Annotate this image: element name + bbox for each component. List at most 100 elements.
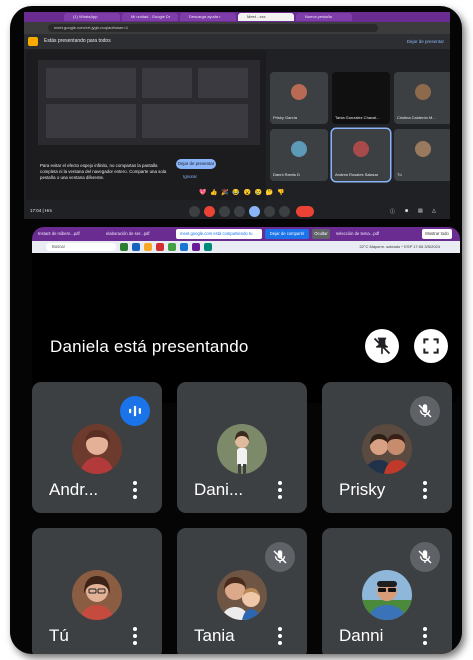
pdf-tab[interactable]: elaboración de ser...pdf (106, 229, 172, 239)
browser-tab-strip: (1) WhatsApp Mi unidad - Google Dr Desca… (24, 12, 450, 22)
app-icon[interactable] (132, 243, 140, 251)
mini-tile[interactable]: Prisky García (270, 72, 328, 124)
self-presentation-preview: Para evitar el efecto espejo infinito, n… (26, 50, 266, 200)
muted-indicator (265, 542, 295, 572)
participant-tile[interactable]: Danni (322, 528, 452, 654)
raise-hand-button[interactable] (264, 206, 275, 217)
meet-control-bar: 17:04 | Hrs ⓘ ☻ ▤ △ (24, 204, 450, 219)
muted-indicator (410, 542, 440, 572)
participant-tile[interactable]: Dani... (177, 382, 307, 513)
more-vert-icon[interactable] (278, 481, 283, 501)
avatar (291, 141, 307, 157)
participant-name: Prisky (339, 480, 386, 499)
mic-button[interactable] (189, 206, 200, 217)
presentation-stage: Instant de mibern...pdf elaboración de s… (32, 227, 460, 403)
avatar (72, 570, 122, 620)
avatar (362, 424, 412, 474)
windows-taskbar: Buscar 22°C Mayorm. soleado ^ ESP 17:06 … (32, 241, 460, 253)
meeting-time: 17:04 | Hrs (30, 208, 52, 213)
meet-logo-icon (28, 37, 38, 46)
browser-tab[interactable]: Mi unidad - Google Dr (122, 13, 178, 21)
avatar (291, 84, 307, 100)
presenting-banner-label: Estás presentando para todos (44, 38, 111, 44)
mini-tile[interactable]: Tania Gonzalez Chaval... (332, 72, 390, 124)
mini-tile-name: Andrea Rosales Salazar (335, 172, 379, 177)
stop-presenting-link[interactable]: Dejar de presentar (407, 37, 444, 46)
hide-button[interactable]: Ocultar (312, 229, 330, 239)
browser-tab[interactable]: Nueva pestaña (296, 13, 352, 21)
stop-presenting-button[interactable]: Dejar de presentar (176, 159, 216, 169)
participant-tile[interactable]: Prisky (322, 382, 452, 513)
more-vert-icon[interactable] (423, 627, 428, 647)
pdf-tab[interactable]: Instant de mibern...pdf (38, 229, 98, 239)
word-icon[interactable] (180, 243, 188, 251)
avatar (217, 424, 267, 474)
address-bar: meet.google.com/xrf-jygb-noq/authuser=1 (24, 22, 450, 34)
mini-tile[interactable]: Tú (394, 129, 450, 181)
more-vert-icon[interactable] (423, 481, 428, 501)
app-icon[interactable] (192, 243, 200, 251)
chat-icon[interactable]: ▤ (418, 208, 423, 214)
mini-tile[interactable]: Cristina Calderón M... (394, 72, 450, 124)
browser-tab[interactable]: (1) WhatsApp (64, 13, 120, 21)
mini-tile-selected[interactable]: Andrea Rosales Salazar (332, 129, 390, 181)
participant-name: Tania (194, 626, 235, 645)
show-all-button[interactable]: Mostrar todo (422, 229, 452, 239)
mini-tile-name: Danni Ramis D (273, 172, 300, 177)
participant-tile[interactable]: Tú (32, 528, 162, 654)
more-vert-icon[interactable] (133, 627, 138, 647)
mic-off-icon (418, 550, 432, 564)
speaking-indicator (120, 396, 150, 426)
pdf-tab[interactable]: selección de tema...pdf (336, 229, 398, 239)
mic-off-icon (273, 550, 287, 564)
stop-sharing-button[interactable]: Dejar de compartir (265, 229, 309, 239)
browser-tab[interactable]: Descarga ayuda r (180, 13, 236, 21)
more-options-button[interactable] (279, 206, 290, 217)
fullscreen-button[interactable] (414, 329, 448, 363)
chrome-icon[interactable] (168, 243, 176, 251)
avatar (362, 570, 412, 620)
taskbar-search[interactable]: Buscar (46, 243, 116, 251)
avatar (72, 424, 122, 474)
taskbar-app-icons (120, 243, 240, 251)
audio-wave-icon (129, 405, 141, 417)
presenting-label: Daniela está presentando (50, 337, 249, 356)
browser-tab-active[interactable]: Meet - xxx (238, 13, 294, 21)
mirror-warning-text: Para evitar el efecto espejo infinito, n… (40, 163, 167, 180)
shared-browser-tabs: Instant de mibern...pdf elaboración de s… (32, 227, 460, 246)
info-icon[interactable]: ⓘ (390, 208, 395, 215)
app-icon[interactable] (156, 243, 164, 251)
mic-off-icon (418, 404, 432, 418)
participant-name: Tú (49, 626, 69, 645)
more-vert-icon[interactable] (133, 481, 138, 501)
leave-call-button[interactable] (296, 206, 314, 217)
url-field[interactable]: meet.google.com/xrf-jygb-noq/authuser=1 (48, 24, 378, 32)
muted-indicator (410, 396, 440, 426)
app-icon[interactable] (204, 243, 212, 251)
pin-off-icon (373, 337, 391, 355)
participant-tile[interactable]: Tania (177, 528, 307, 654)
activities-icon[interactable]: △ (432, 208, 436, 214)
phone-screen: (1) WhatsApp Mi unidad - Google Dr Desca… (10, 6, 462, 654)
more-vert-icon[interactable] (278, 627, 283, 647)
ignore-button[interactable]: Ignorar (183, 174, 197, 179)
fullscreen-icon (423, 338, 439, 354)
avatar (415, 141, 431, 157)
present-button[interactable] (249, 206, 260, 217)
avatar (217, 570, 267, 620)
captions-button[interactable] (219, 206, 230, 217)
mini-tile[interactable]: Danni Ramis D (270, 129, 328, 181)
folder-icon[interactable] (144, 243, 152, 251)
participant-tile[interactable]: Andr... (32, 382, 162, 513)
avatar (353, 141, 369, 157)
camera-off-button[interactable] (204, 206, 215, 217)
mini-tile-name: Cristina Calderón M... (397, 115, 436, 120)
participant-name: Andr... (49, 480, 99, 499)
participant-name: Danni (339, 626, 384, 645)
people-icon[interactable]: ☻ (404, 208, 409, 214)
reaction-emoji-row[interactable]: 💖 👍 🎉 😂 😮 😢 🤔 👎 (199, 189, 285, 196)
participant-name: Dani... (194, 480, 244, 499)
reactions-button[interactable] (234, 206, 245, 217)
app-icon[interactable] (120, 243, 128, 251)
unpin-button[interactable] (365, 329, 399, 363)
